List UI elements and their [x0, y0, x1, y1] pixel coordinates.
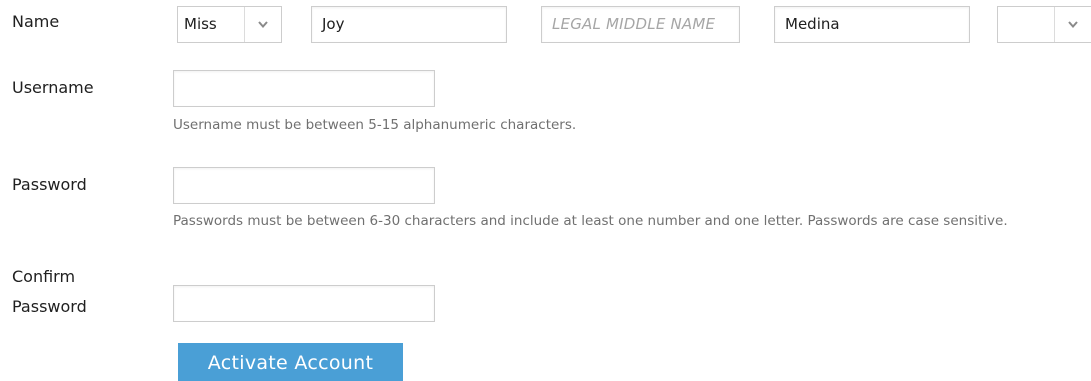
- activate-account-button[interactable]: Activate Account: [178, 343, 403, 381]
- confirm-password-input[interactable]: [173, 285, 435, 322]
- title-select[interactable]: Miss: [177, 6, 282, 43]
- chevron-down-icon: [244, 7, 281, 42]
- username-hint: Username must be between 5-15 alphanumer…: [173, 117, 577, 133]
- username-input[interactable]: [173, 70, 435, 107]
- last-name-input[interactable]: Medina: [774, 6, 970, 43]
- registration-form: Name Miss Joy LEGAL MIDDLE NAME Medina U…: [0, 0, 1091, 381]
- password-hint: Passwords must be between 6-30 character…: [173, 213, 1008, 229]
- confirm-password-label-line2: Password: [12, 297, 87, 316]
- middle-name-input[interactable]: LEGAL MIDDLE NAME: [541, 6, 740, 43]
- suffix-select[interactable]: [997, 6, 1091, 43]
- chevron-down-icon: [1054, 7, 1091, 42]
- middle-name-placeholder: LEGAL MIDDLE NAME: [552, 15, 716, 33]
- title-select-value: Miss: [184, 15, 217, 33]
- password-label: Password: [12, 175, 87, 194]
- password-input[interactable]: [173, 167, 435, 204]
- suffix-select-value: [998, 7, 1054, 42]
- name-label: Name: [12, 12, 60, 31]
- confirm-password-label: Confirm Password: [12, 262, 87, 322]
- username-label: Username: [12, 78, 94, 97]
- confirm-password-label-line1: Confirm: [12, 267, 76, 286]
- first-name-input[interactable]: Joy: [311, 6, 507, 43]
